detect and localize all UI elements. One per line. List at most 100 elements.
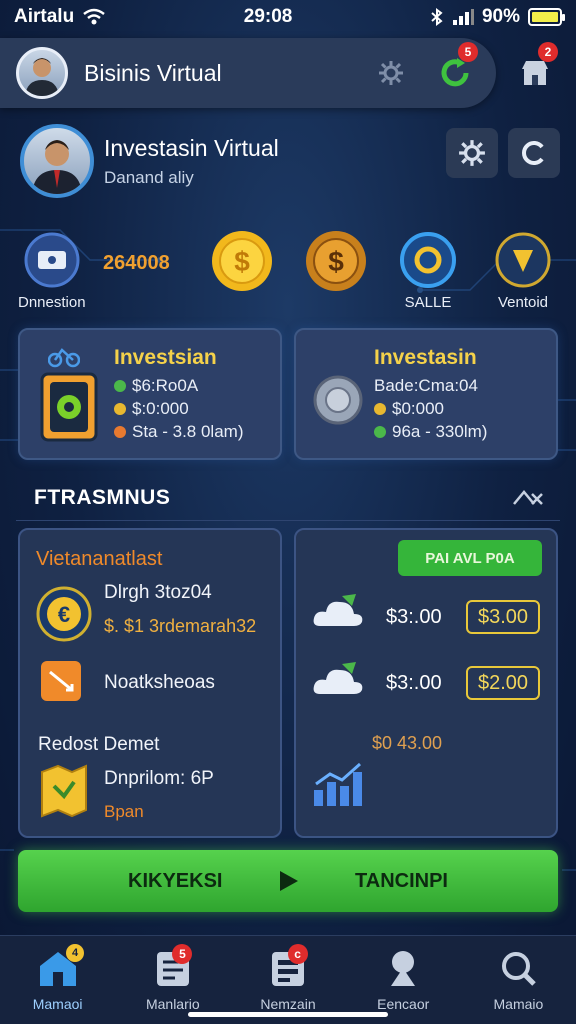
cta-right-label: TANCINPI [355, 869, 448, 892]
coin-label: Ventoid [497, 294, 549, 311]
refresh-button[interactable]: 5 [430, 42, 480, 100]
store-button[interactable]: 2 [510, 42, 560, 100]
coin-label: Dnnestion [18, 294, 86, 311]
price-button[interactable]: $2.00 [466, 666, 540, 700]
card-line: Bade:Cma:04 [374, 376, 478, 395]
cta-left-label: KIKYEKSI [128, 869, 223, 892]
dollar-coin-icon: $ [212, 231, 272, 291]
nav-item-list[interactable]: c Nemzain [230, 936, 345, 1024]
invest-cta-button[interactable]: KIKYEKSI TANCINPI [18, 850, 558, 912]
search-icon [502, 952, 537, 986]
collapse-icon[interactable] [512, 486, 544, 508]
wifi-icon [83, 8, 105, 25]
cloud-money-icon [313, 594, 363, 626]
chart-down-icon [41, 661, 81, 701]
home-indicator [188, 1012, 388, 1017]
carrier-label: Airtalu [14, 6, 75, 27]
card-line: $:0:000 [132, 399, 189, 418]
nav-badge: 4 [66, 944, 84, 962]
map-icon [41, 764, 87, 818]
status-dot [114, 403, 126, 415]
status-dot [374, 426, 386, 438]
bar-chart-icon [314, 762, 362, 806]
machine-icon [40, 372, 98, 442]
store-badge: 2 [538, 42, 558, 62]
price-label: $3:.00 [386, 672, 442, 694]
panel-row: Noatksheoas [104, 672, 215, 693]
play-icon [279, 871, 298, 891]
gear-icon[interactable] [378, 60, 404, 86]
nav-label: Manlario [145, 996, 200, 1012]
divider [16, 520, 560, 521]
vault-icon [313, 375, 363, 425]
profile-avatar[interactable] [20, 124, 94, 198]
app-header: Bisinis Virtual [0, 38, 496, 108]
nav-item-tree[interactable]: Eencaor [346, 936, 461, 1024]
card-line: $6:Ro0A [132, 376, 199, 395]
nav-item-document[interactable]: 5 Manlario [115, 936, 230, 1024]
panel-row: Dnprilom: 6P [104, 768, 214, 789]
panel-title: Vietananatlast [36, 548, 163, 570]
battery-percent: 90% [481, 6, 520, 27]
price-button[interactable]: $3.00 [466, 600, 540, 634]
nav-item-search[interactable]: Mamaio [461, 936, 576, 1024]
investment-card-2[interactable]: Investasin Bade:Cma:04 $0:000 96a - 330l… [294, 328, 558, 460]
nav-item-home[interactable]: 4 Mamaoi [0, 936, 115, 1024]
profile-name: Investasin Virtual [104, 134, 279, 161]
sync-icon [522, 141, 544, 165]
profile-subtitle: Danand aliy [104, 167, 194, 187]
nav-label: Eencaor [377, 996, 430, 1012]
price-label: $3:.00 [386, 606, 442, 628]
gear-icon [459, 140, 485, 166]
left-panel: Vietananatlast € Dlrgh 3toz04 $. $1 3rde… [18, 528, 282, 838]
bluetooth-icon [431, 8, 443, 26]
coin-item-salle[interactable]: SALLE [398, 232, 458, 311]
coin-icon: € [36, 586, 92, 642]
cloud-money-icon [313, 662, 363, 694]
settings-button[interactable] [446, 128, 498, 178]
svg-text:$: $ [234, 246, 250, 277]
muted-price: $0 43.00 [372, 733, 443, 753]
ticket-icon [24, 232, 80, 288]
coin-item-bronze[interactable]: $ [305, 230, 367, 292]
coin-item-dnnestion[interactable]: Dnnestion [18, 232, 86, 311]
coin-item-ventoid[interactable]: Ventoid [494, 232, 552, 311]
status-dot [374, 403, 386, 415]
right-panel-button[interactable]: PAI AVL P0A [398, 540, 542, 576]
section-title: FTRASMNUS [34, 486, 171, 509]
card-line: 96a - 330lm) [392, 422, 488, 441]
panel-row-title: Dlrgh 3toz04 [104, 582, 212, 603]
card-line: $0:000 [392, 399, 444, 418]
panel-row: Redost Demet [38, 734, 160, 755]
bronze-dollar-coin-icon: $ [306, 231, 366, 291]
svg-text:€: € [58, 602, 70, 627]
blue-ring-coin-icon [400, 232, 456, 288]
card-title: Investsian [114, 346, 217, 369]
price-box-label: $2.00 [477, 671, 529, 694]
status-dot [114, 426, 126, 438]
status-bar: Airtalu 29:08 90% [0, 0, 576, 34]
investment-card-1[interactable]: Investsian $6:Ro0A $:0:000 Sta - 3.8 0la… [18, 328, 282, 460]
pill-label: PAI AVL P0A [425, 549, 515, 567]
nav-label: Mamaoi [32, 996, 83, 1012]
panel-row-sub: Bpan [104, 802, 144, 821]
avatar[interactable] [16, 47, 68, 99]
header-title: Bisinis Virtual [84, 59, 222, 86]
clock: 29:08 [243, 6, 293, 27]
notification-badge: 5 [458, 42, 478, 62]
bike-icon [48, 348, 80, 368]
bottom-nav: 4 Mamaoi 5 Manlario c Nemzain Eencaor Ma… [0, 935, 576, 1024]
nav-label: Mamaio [493, 996, 544, 1012]
balance-value: 264008 [103, 252, 170, 274]
nav-badge: c [287, 944, 308, 964]
price-box-label: $3.00 [477, 605, 529, 628]
panel-row-sub: $. $1 3rdemarah32 [104, 616, 257, 636]
shield-coin-icon [495, 232, 551, 288]
card-title: Investasin [374, 346, 477, 369]
card-line: Sta - 3.8 0lam) [132, 422, 244, 441]
sync-button[interactable] [508, 128, 560, 178]
nav-label: Nemzain [260, 996, 316, 1012]
coin-item-gold[interactable]: $ [211, 230, 273, 292]
tree-icon [391, 951, 416, 986]
signal-icon [452, 9, 474, 25]
